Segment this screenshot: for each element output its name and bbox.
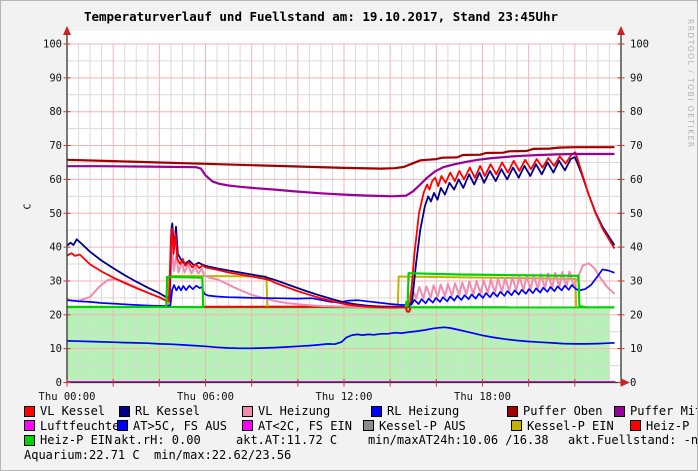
legend-swatch: [24, 434, 35, 446]
legend-label: VL Kessel: [40, 404, 106, 419]
svg-text:Thu 06:00: Thu 06:00: [177, 391, 234, 403]
svg-text:50: 50: [49, 208, 62, 220]
legend-row-3: Heiz-P EIN akt.rH: 0.00 akt.AT:11.72 C min/…: [24, 433, 698, 448]
svg-text:Thu 12:00: Thu 12:00: [316, 391, 373, 403]
legend-item: Puffer Oben: [507, 404, 614, 418]
svg-text:60: 60: [49, 174, 62, 186]
x-tick-labels: Thu 00:00 Thu 06:00 Thu 12:00 Thu 18:00: [39, 391, 511, 403]
legend-item: Heiz-P AUS: [630, 418, 697, 433]
legend-label: Luftfeuchte: [40, 418, 120, 433]
legend-stat: akt.rH: 0.00: [114, 433, 236, 447]
legend-item: Luftfeuchte: [24, 418, 120, 433]
legend-item: VL Kessel: [24, 404, 119, 418]
svg-text:0: 0: [56, 377, 62, 389]
svg-text:40: 40: [630, 242, 643, 254]
svg-text:80: 80: [630, 106, 643, 118]
legend-label: Puffer Oben: [523, 404, 603, 419]
legend-stat: min/max:22.62/23.56: [154, 448, 291, 462]
legend-swatch: [630, 420, 641, 432]
legend-label: akt.rH: 0.00: [114, 433, 201, 448]
legend-label: Aquarium:22.71 C: [24, 447, 140, 462]
legend-label: akt.AT:11.72 C: [236, 433, 338, 448]
legend-item: AT>5C, FS AUS: [117, 419, 242, 433]
legend-swatch: [371, 405, 382, 417]
legend-swatch: [242, 405, 253, 417]
legend-label: Kessel-P EIN: [527, 418, 614, 433]
series-aquarium-fuellstand-area: [67, 307, 610, 383]
legend-label: Kessel-P AUS: [379, 418, 466, 433]
legend-item: RL Kessel: [119, 404, 242, 418]
svg-text:100: 100: [630, 39, 649, 51]
legend-swatch: [511, 420, 522, 432]
legend-label: Heiz-P EIN: [40, 433, 113, 448]
svg-text:90: 90: [630, 72, 643, 84]
legend-item: Kessel-P EIN: [511, 419, 630, 433]
svg-text:100: 100: [43, 39, 62, 51]
svg-text:Thu 18:00: Thu 18:00: [454, 391, 511, 403]
legend-stat: min/maxAT24h:10.06 /16.38: [368, 433, 568, 447]
svg-text:20: 20: [630, 309, 643, 321]
legend-swatch: [507, 405, 518, 417]
svg-text:40: 40: [49, 242, 62, 254]
legend-swatch: [119, 405, 130, 417]
legend-label: RL Heizung: [387, 404, 460, 419]
svg-text:70: 70: [630, 140, 643, 152]
legend-item: RL Heizung: [371, 404, 507, 418]
svg-text:Thu 00:00: Thu 00:00: [39, 391, 96, 403]
legend-swatch: [24, 420, 35, 432]
legend-item: Heiz-P EIN: [24, 433, 114, 447]
svg-text:60: 60: [630, 174, 643, 186]
legend: VL Kessel RL Kessel VL Heizung RL Heizung Pu…: [24, 404, 698, 463]
rrdtool-graph: Temperaturverlauf und Fuellstand am: 19.…: [0, 0, 698, 471]
legend-label: AT<2C, FS EIN: [258, 418, 352, 433]
legend-label: RL Kessel: [135, 404, 201, 419]
svg-text:80: 80: [49, 106, 62, 118]
svg-text:30: 30: [49, 275, 62, 287]
legend-swatch: [614, 405, 625, 417]
legend-label: AT>5C, FS AUS: [133, 418, 227, 433]
legend-stat: akt.Fuellstand: -nan: [568, 433, 698, 448]
legend-label: min/maxAT24h:10.06 /16.38: [368, 433, 549, 448]
legend-label: VL Heizung: [258, 404, 331, 419]
legend-label: Puffer Mitte: [630, 404, 697, 419]
legend-swatch: [242, 420, 253, 432]
legend-item: AT<2C, FS EIN: [242, 419, 363, 433]
legend-stat: akt.AT:11.72 C: [236, 433, 368, 447]
legend-swatch: [117, 420, 128, 432]
legend-row-4: Aquarium:22.71 C min/max:22.62/23.56: [24, 448, 696, 463]
legend-stat: Aquarium:22.71 C: [24, 448, 154, 462]
svg-text:50: 50: [630, 208, 643, 220]
svg-text:10: 10: [49, 343, 62, 355]
legend-item: Kessel-P AUS: [363, 419, 511, 433]
legend-label: Heiz-P AUS: [646, 418, 697, 433]
svg-text:30: 30: [630, 275, 643, 287]
legend-item: Puffer Mitte: [614, 404, 697, 419]
legend-row-1: VL Kessel RL Kessel VL Heizung RL Heizung Pu…: [24, 404, 697, 419]
legend-item: VL Heizung: [242, 404, 371, 418]
legend-swatch: [363, 420, 374, 432]
svg-text:90: 90: [49, 72, 62, 84]
svg-text:0: 0: [630, 377, 636, 389]
legend-row-2: Luftfeuchte AT>5C, FS AUS AT<2C, FS EIN Kes…: [24, 418, 697, 434]
legend-label: min/max:22.62/23.56: [154, 447, 292, 462]
legend-label: akt.Fuellstand: -nan: [568, 433, 698, 448]
svg-text:10: 10: [630, 343, 643, 355]
svg-text:70: 70: [49, 140, 62, 152]
legend-swatch: [24, 405, 35, 417]
svg-text:20: 20: [49, 309, 62, 321]
chart-plot-area: 0 0 10 10 20 20 30 30 40 40 50 50 60 60 70 70 80 80 90 90 10…: [39, 26, 649, 403]
